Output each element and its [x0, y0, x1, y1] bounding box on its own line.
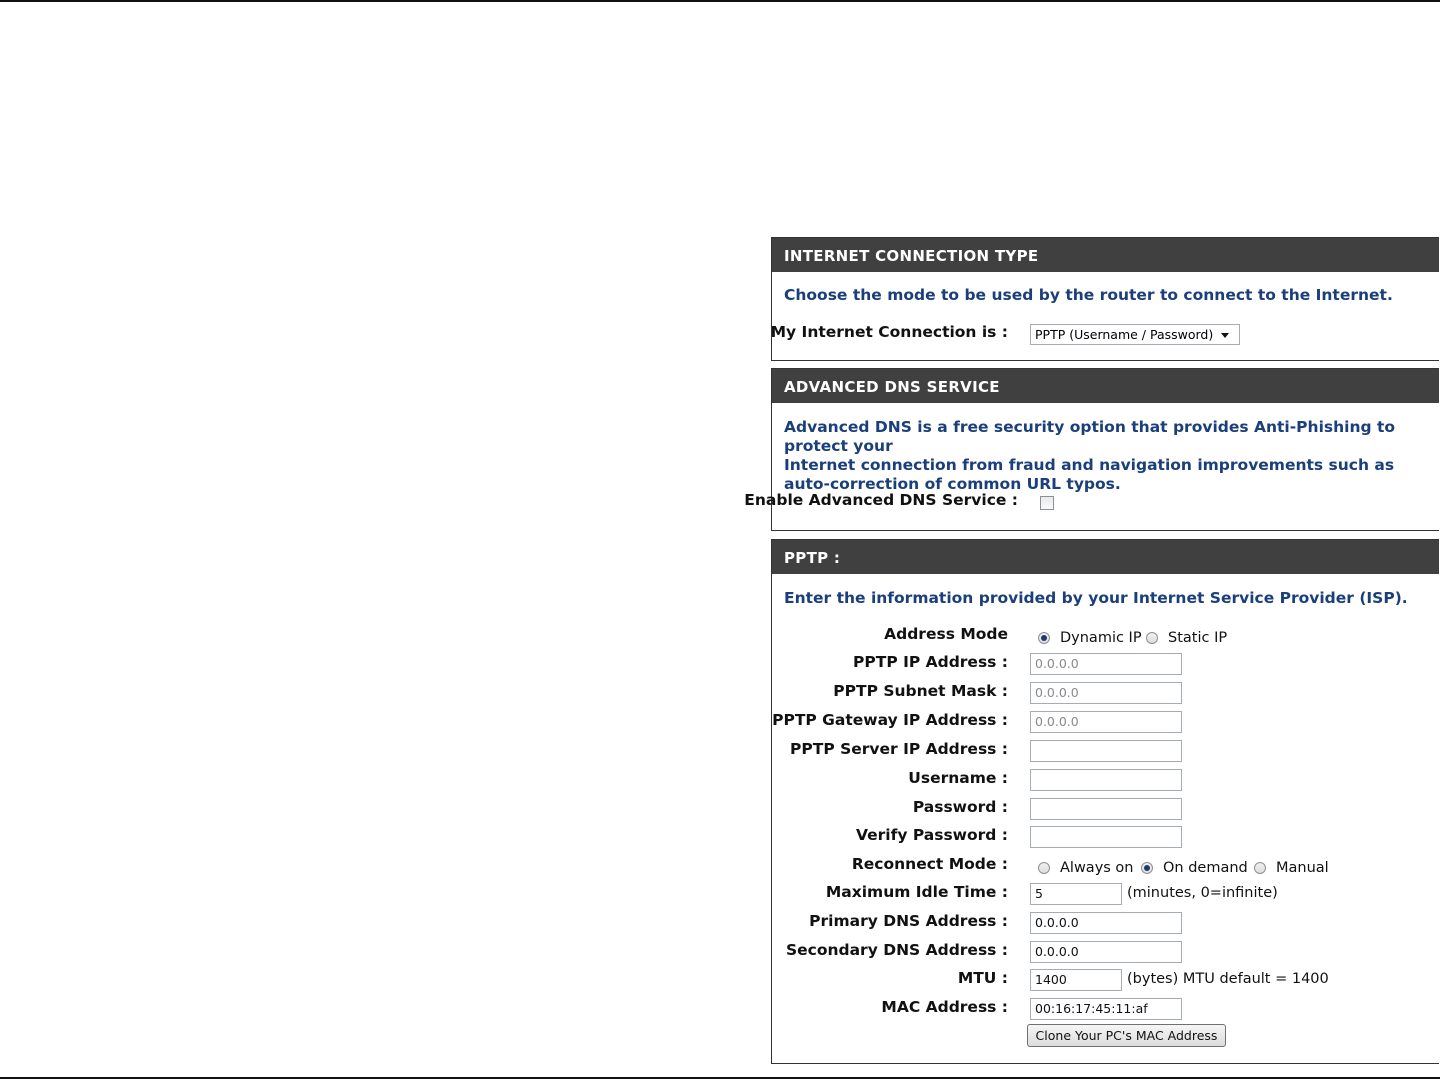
- reconnect-mode-label: Reconnect Mode :: [851, 855, 1008, 873]
- mtu-note: (bytes) MTU default = 1400: [1127, 971, 1329, 987]
- always-on-radio[interactable]: [1038, 862, 1050, 874]
- section-intro: Choose the mode to be used by the router…: [784, 286, 1393, 304]
- username-label: Username :: [908, 769, 1008, 787]
- chevron-down-icon: [1221, 333, 1229, 338]
- subnet-mask-label: PPTP Subnet Mask :: [833, 682, 1008, 700]
- server-ip-field[interactable]: [1030, 740, 1182, 762]
- mac-address-label: MAC Address :: [881, 998, 1008, 1016]
- dynamic-ip-label: Dynamic IP: [1060, 630, 1142, 646]
- mac-address-field[interactable]: 00:16:17:45:11:af: [1030, 998, 1182, 1020]
- server-ip-label: PPTP Server IP Address :: [790, 740, 1008, 758]
- internet-connection-type-panel: INTERNET CONNECTION TYPE Choose the mode…: [771, 237, 1439, 361]
- verify-password-label: Verify Password :: [855, 826, 1008, 844]
- on-demand-radio[interactable]: [1141, 862, 1153, 874]
- secondary-dns-label: Secondary DNS Address :: [785, 941, 1008, 959]
- section-intro: Enter the information provided by your I…: [784, 589, 1408, 607]
- intro-line: Advanced DNS is a free security option t…: [784, 418, 1396, 455]
- connection-type-value: PPTP (Username / Password): [1035, 327, 1214, 342]
- top-rule: [0, 0, 1440, 2]
- static-ip-radio[interactable]: [1146, 632, 1158, 644]
- subnet-mask-field[interactable]: 0.0.0.0: [1030, 682, 1182, 704]
- verify-password-field[interactable]: [1030, 826, 1182, 848]
- manual-label: Manual: [1276, 860, 1329, 876]
- advanced-dns-label: Enable Advanced DNS Service :: [744, 491, 1018, 509]
- section-header: ADVANCED DNS SERVICE: [772, 369, 1439, 403]
- bottom-rule: [0, 1077, 1440, 1079]
- secondary-dns-field[interactable]: 0.0.0.0: [1030, 941, 1182, 963]
- max-idle-label: Maximum Idle Time :: [825, 883, 1008, 901]
- static-ip-label: Static IP: [1168, 630, 1228, 646]
- section-header: INTERNET CONNECTION TYPE: [772, 238, 1439, 272]
- pptp-ip-field[interactable]: 0.0.0.0: [1030, 653, 1182, 675]
- gateway-label: PPTP Gateway IP Address :: [772, 711, 1008, 729]
- dynamic-ip-radio[interactable]: [1038, 632, 1050, 644]
- intro-line: Internet connection from fraud and navig…: [784, 456, 1395, 474]
- mtu-field[interactable]: 1400: [1030, 969, 1122, 991]
- section-header: PPTP :: [772, 540, 1439, 574]
- pptp-panel: PPTP : Enter the information provided by…: [771, 539, 1439, 1064]
- primary-dns-label: Primary DNS Address :: [809, 912, 1008, 930]
- mtu-label: MTU :: [957, 969, 1008, 987]
- connection-type-label: My Internet Connection is :: [770, 323, 1008, 341]
- manual-radio[interactable]: [1254, 862, 1266, 874]
- password-field[interactable]: [1030, 798, 1182, 820]
- username-field[interactable]: [1030, 769, 1182, 791]
- advanced-dns-panel: ADVANCED DNS SERVICE Advanced DNS is a f…: [744, 368, 1439, 531]
- primary-dns-field[interactable]: 0.0.0.0: [1030, 912, 1182, 934]
- password-label: Password :: [912, 798, 1008, 816]
- clone-mac-button[interactable]: Clone Your PC's MAC Address: [1027, 1024, 1226, 1047]
- section-intro: Advanced DNS is a free security option t…: [784, 418, 1439, 494]
- connection-type-select[interactable]: PPTP (Username / Password): [1030, 324, 1240, 345]
- advanced-dns-checkbox[interactable]: [1040, 496, 1054, 510]
- max-idle-note: (minutes, 0=infinite): [1127, 885, 1278, 901]
- max-idle-field[interactable]: 5: [1030, 883, 1122, 905]
- address-mode-label: Address Mode: [884, 625, 1008, 643]
- pptp-ip-label: PPTP IP Address :: [853, 653, 1008, 671]
- gateway-field[interactable]: 0.0.0.0: [1030, 711, 1182, 733]
- on-demand-label: On demand: [1163, 860, 1248, 876]
- always-on-label: Always on: [1060, 860, 1134, 876]
